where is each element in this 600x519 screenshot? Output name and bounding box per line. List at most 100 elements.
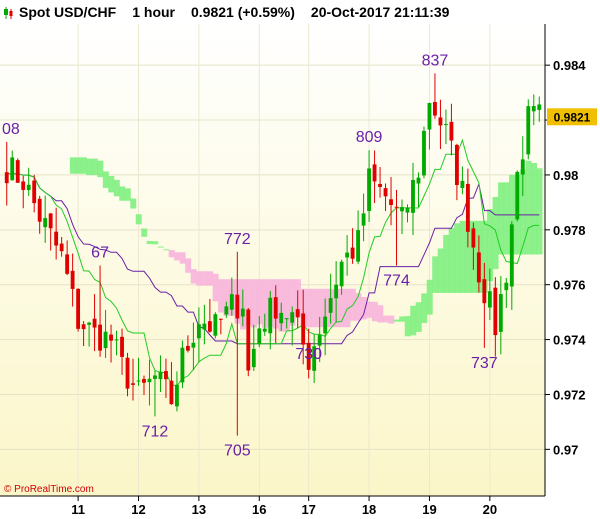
candle-body <box>416 177 421 184</box>
x-tick-label: 19 <box>422 502 436 517</box>
candle-body <box>482 279 487 304</box>
candle-body <box>454 144 459 185</box>
candle-body <box>185 345 190 351</box>
candle-body <box>520 159 525 175</box>
candle-body <box>32 180 37 204</box>
candle-body <box>328 298 333 313</box>
x-tick-label: 12 <box>131 502 145 517</box>
candle-body <box>400 207 404 212</box>
cloud-segment <box>531 162 538 255</box>
candle-body <box>465 183 470 232</box>
chart-root: Spot USD/CHF 1 hour 0.9821 (+0.59%) 20-O… <box>0 0 600 519</box>
candle-body <box>378 183 382 187</box>
cloud-segment <box>113 179 120 197</box>
candle-body <box>487 291 492 308</box>
candle-body <box>114 339 119 341</box>
candle-body <box>103 331 108 349</box>
candle-body <box>301 313 306 345</box>
cloud-segment <box>355 293 362 321</box>
candle-body <box>345 252 350 258</box>
candle-body <box>175 384 179 407</box>
cloud-segment <box>218 279 225 313</box>
candle-body <box>339 261 344 287</box>
cloud-segment <box>168 249 175 258</box>
cloud-segment <box>393 319 400 322</box>
candle-body <box>98 324 102 351</box>
candle-body <box>43 218 48 228</box>
candle-body <box>323 316 328 334</box>
candle-body <box>153 375 157 379</box>
cloud-segment <box>311 288 318 328</box>
price-annotation: 809 <box>356 129 383 146</box>
candle-body <box>383 188 388 197</box>
candle-body <box>295 309 300 318</box>
price-annotation: 772 <box>224 231 251 248</box>
last-price-marker: 0.9821 <box>547 108 597 126</box>
cloud-segment <box>108 175 115 193</box>
candle-body <box>515 171 520 220</box>
candle-body <box>471 228 476 248</box>
cloud-segment <box>97 160 104 178</box>
candle-body <box>218 318 223 320</box>
cloud-segment <box>212 273 219 302</box>
cloud-segment <box>404 316 411 337</box>
candle-body <box>262 328 267 332</box>
candle-body <box>504 282 509 291</box>
candle-body <box>164 371 168 380</box>
candle-body <box>257 328 262 345</box>
last-price-label: 0.9821 <box>554 110 591 124</box>
candle-body <box>235 294 240 319</box>
y-tick-label: 0.972 <box>553 387 586 402</box>
candle-body <box>207 321 212 332</box>
candle-body <box>65 254 70 274</box>
cloud-segment <box>492 196 499 270</box>
cloud-segment <box>443 235 450 293</box>
cloud-segment <box>415 302 422 332</box>
cloud-segment <box>152 241 159 245</box>
candle-body <box>21 181 26 190</box>
candle-body <box>70 270 75 289</box>
price-chart[interactable]: 08 67 712 772 705 730 809 774 837 737 0.984 0.98 20… <box>0 0 600 519</box>
candle-body <box>15 160 20 183</box>
candle-body <box>411 179 415 213</box>
candle-body <box>361 213 366 226</box>
cloud-segment <box>190 269 197 284</box>
x-tick-label: 13 <box>192 502 206 517</box>
cloud-segment <box>410 305 417 336</box>
candle-body <box>449 121 454 141</box>
candle-body <box>213 314 218 336</box>
candle-body <box>251 348 256 368</box>
cloud-segment <box>536 168 543 255</box>
x-axis: 11 12 13 16 17 18 19 20 <box>71 496 497 517</box>
candle-body <box>125 357 130 389</box>
x-tick-label: 17 <box>301 502 315 517</box>
candle-body <box>350 247 355 259</box>
candle-body <box>537 104 542 110</box>
candle-body <box>87 322 92 325</box>
cloud-segment <box>75 157 82 174</box>
cloud-segment <box>399 316 406 322</box>
candle-body <box>180 347 185 383</box>
candle-body <box>169 380 174 405</box>
candle-body <box>405 207 410 213</box>
x-tick-label: 16 <box>252 502 266 517</box>
cloud-segment <box>91 158 98 176</box>
price-annotation: 837 <box>422 52 449 69</box>
cloud-segment <box>86 158 93 176</box>
cloud-segment <box>459 220 466 293</box>
price-annotation: 712 <box>142 423 169 440</box>
x-tick-label: 20 <box>483 502 497 517</box>
candle-body <box>433 102 437 116</box>
cloud-segment <box>119 186 126 201</box>
candle-body <box>317 334 322 346</box>
cloud-segment <box>360 296 367 320</box>
price-annotation: 67 <box>91 244 109 261</box>
candle-body <box>246 309 251 371</box>
candle-body <box>229 294 234 310</box>
cloud-segment <box>130 198 137 209</box>
cloud-segment <box>503 182 510 255</box>
candle-body <box>290 312 295 323</box>
candle-body <box>394 206 399 208</box>
candle-body <box>4 172 9 184</box>
cloud-segment <box>185 258 192 273</box>
